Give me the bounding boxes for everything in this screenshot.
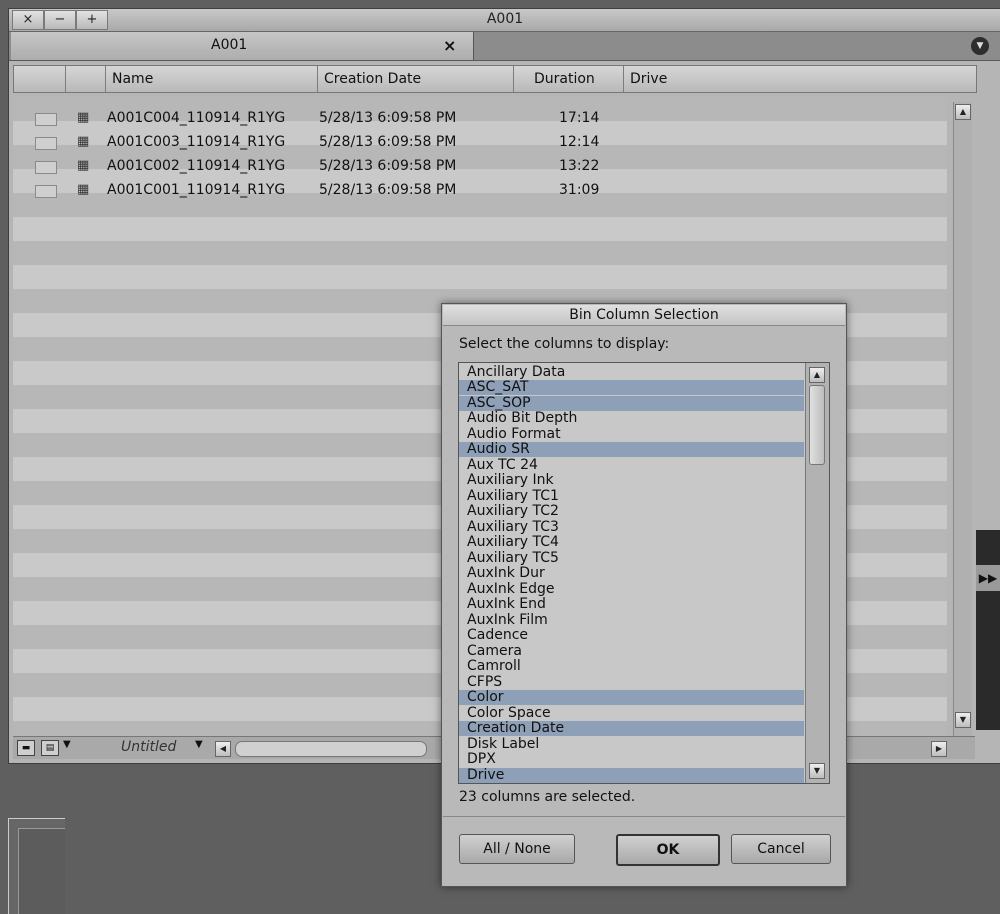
tab-menu-icon[interactable]: ▼ xyxy=(971,37,989,55)
column-option[interactable]: Auxiliary TC1 xyxy=(459,489,804,504)
window-titlebar[interactable]: × − + A001 xyxy=(9,9,1000,32)
column-option[interactable]: AuxInk Dur xyxy=(459,566,804,581)
clip-duration: 13:22 xyxy=(559,158,600,174)
column-option[interactable]: DPX xyxy=(459,752,804,767)
frame-view-icon[interactable]: ▬ xyxy=(17,740,35,756)
scroll-left-icon[interactable]: ◀ xyxy=(215,741,231,757)
background-panel-inner xyxy=(18,828,65,914)
table-row[interactable]: ▦ A001C003_110914_R1YG 5/28/13 6:09:58 P… xyxy=(13,131,947,155)
bin-column-header: Name Creation Date Duration Drive xyxy=(13,65,977,93)
clip-icon: ▦ xyxy=(77,182,90,197)
clip-creation-date: 5/28/13 6:09:58 PM xyxy=(319,182,457,198)
column-option[interactable]: Auxiliary TC4 xyxy=(459,535,804,550)
clip-name: A001C001_110914_R1YG xyxy=(107,182,286,198)
header-creation-date[interactable]: Creation Date xyxy=(318,66,514,92)
column-option[interactable]: AuxInk End xyxy=(459,597,804,612)
tab-close-icon[interactable]: × xyxy=(443,36,456,55)
selection-count: 23 columns are selected. xyxy=(459,789,636,805)
column-option[interactable]: Drive xyxy=(459,768,804,783)
header-icon-column[interactable] xyxy=(66,66,106,92)
column-option[interactable]: Auxiliary TC3 xyxy=(459,520,804,535)
column-option[interactable]: Auxiliary TC5 xyxy=(459,551,804,566)
column-option[interactable]: Auxiliary Ink xyxy=(459,473,804,488)
scroll-down-icon[interactable]: ▼ xyxy=(955,712,971,728)
clip-duration: 17:14 xyxy=(559,110,600,126)
clip-duration: 31:09 xyxy=(559,182,600,198)
header-name[interactable]: Name xyxy=(106,66,318,92)
tab-bar: A001 × ▼ xyxy=(9,32,1000,61)
header-duration[interactable]: Duration xyxy=(514,66,624,92)
dialog-divider xyxy=(443,816,845,817)
column-option[interactable]: Aux TC 24 xyxy=(459,458,804,473)
table-row[interactable]: ▦ A001C001_110914_R1YG 5/28/13 6:09:58 P… xyxy=(13,179,947,203)
list-scroll-up-icon[interactable]: ▲ xyxy=(809,367,825,383)
cancel-button[interactable]: Cancel xyxy=(731,834,831,864)
table-row[interactable]: ▦ A001C002_110914_R1YG 5/28/13 6:09:58 P… xyxy=(13,155,947,179)
view-name-chevron-down-icon[interactable]: ▼ xyxy=(195,739,203,750)
clip-icon: ▦ xyxy=(77,158,90,173)
clip-creation-date: 5/28/13 6:09:58 PM xyxy=(319,110,457,126)
clip-name: A001C002_110914_R1YG xyxy=(107,158,286,174)
column-option[interactable]: CFPS xyxy=(459,675,804,690)
column-option[interactable]: Auxiliary TC2 xyxy=(459,504,804,519)
tab-a001[interactable]: A001 × xyxy=(11,32,474,60)
scroll-right-icon[interactable]: ▶ xyxy=(931,741,947,757)
row-select-box[interactable] xyxy=(35,185,57,198)
fast-forward-icon[interactable]: ▶▶ xyxy=(976,565,1000,591)
clip-name: A001C003_110914_R1YG xyxy=(107,134,286,150)
column-option[interactable]: ASC_SAT xyxy=(459,380,804,395)
column-option[interactable]: Camera xyxy=(459,644,804,659)
view-menu-chevron-down-icon[interactable]: ▼ xyxy=(63,739,71,750)
text-view-icon[interactable]: ▤ xyxy=(41,740,59,756)
column-option[interactable]: AuxInk Edge xyxy=(459,582,804,597)
column-option[interactable]: Audio Format xyxy=(459,427,804,442)
column-list-scrollbar[interactable]: ▲ ▼ xyxy=(805,363,829,783)
header-drive[interactable]: Drive xyxy=(624,66,976,92)
clip-icon: ▦ xyxy=(77,134,90,149)
column-option[interactable]: AuxInk Film xyxy=(459,613,804,628)
row-select-box[interactable] xyxy=(35,161,57,174)
column-list[interactable]: Ancillary Data ASC_SAT ASC_SOP Audio Bit… xyxy=(458,362,830,784)
header-select-column[interactable] xyxy=(14,66,66,92)
table-row[interactable]: ▦ A001C004_110914_R1YG 5/28/13 6:09:58 P… xyxy=(13,107,947,131)
row-select-box[interactable] xyxy=(35,113,57,126)
row-select-box[interactable] xyxy=(35,137,57,150)
column-option[interactable]: Audio SR xyxy=(459,442,804,457)
column-option[interactable]: Color xyxy=(459,690,804,705)
dialog-prompt: Select the columns to display: xyxy=(459,336,670,352)
column-option[interactable]: Audio Bit Depth xyxy=(459,411,804,426)
bin-vertical-scrollbar[interactable]: ▲ ▼ xyxy=(953,102,972,739)
column-option[interactable]: ASC_SOP xyxy=(459,396,804,411)
ok-button[interactable]: OK xyxy=(616,834,720,866)
all-none-button[interactable]: All / None xyxy=(459,834,575,864)
bin-view-name[interactable]: Untitled xyxy=(121,739,176,755)
clip-duration: 12:14 xyxy=(559,134,600,150)
list-scroll-thumb[interactable] xyxy=(809,385,825,465)
column-option[interactable]: Creation Date xyxy=(459,721,804,736)
clip-icon: ▦ xyxy=(77,110,90,125)
column-option[interactable]: Camroll xyxy=(459,659,804,674)
bin-horizontal-scrollbar[interactable] xyxy=(235,741,427,757)
dialog-title[interactable]: Bin Column Selection xyxy=(443,305,845,326)
window-title: A001 xyxy=(486,11,524,27)
column-option[interactable]: Ancillary Data xyxy=(459,365,804,380)
column-option[interactable]: Color Space xyxy=(459,706,804,721)
background-monitor-panel xyxy=(976,530,1000,730)
clip-name: A001C004_110914_R1YG xyxy=(107,110,286,126)
bin-column-selection-dialog: Bin Column Selection Select the columns … xyxy=(441,303,847,887)
clip-creation-date: 5/28/13 6:09:58 PM xyxy=(319,134,457,150)
column-option[interactable]: Cadence xyxy=(459,628,804,643)
scroll-up-icon[interactable]: ▲ xyxy=(955,104,971,120)
list-scroll-down-icon[interactable]: ▼ xyxy=(809,763,825,779)
column-option[interactable]: Disk Label xyxy=(459,737,804,752)
tab-label: A001 xyxy=(211,37,248,53)
clip-creation-date: 5/28/13 6:09:58 PM xyxy=(319,158,457,174)
